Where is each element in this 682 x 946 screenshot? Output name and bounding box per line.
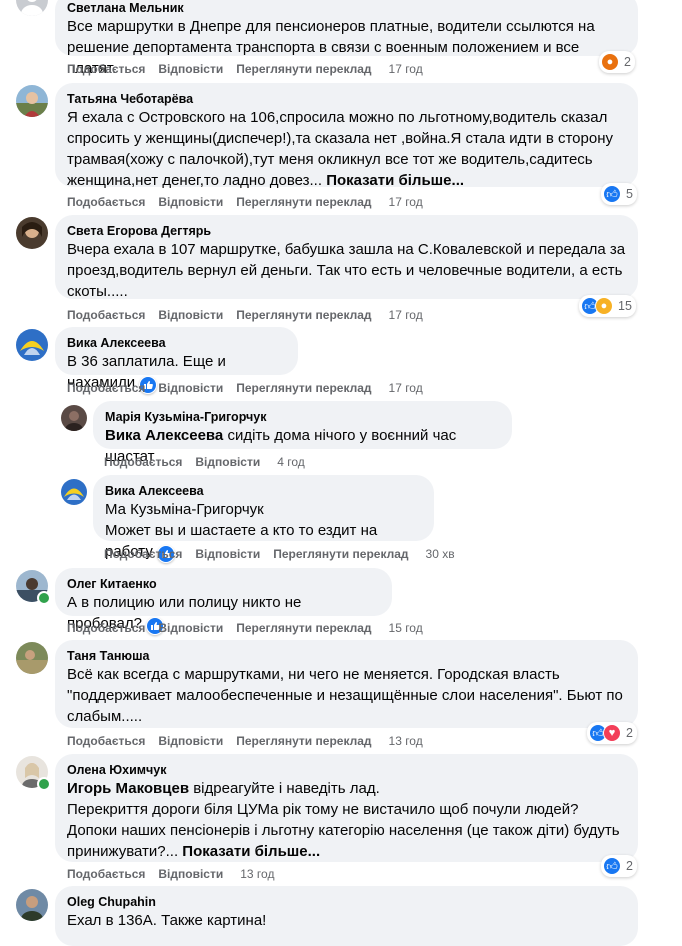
- comment-body: Я ехала с Островского на 106,спросила мо…: [67, 107, 626, 191]
- comment-time[interactable]: 17 год: [389, 194, 423, 210]
- reply-button[interactable]: Відповісти: [158, 61, 223, 77]
- comment-time[interactable]: 13 год: [389, 733, 423, 749]
- like-button[interactable]: Подобається: [104, 546, 182, 562]
- see-more-link[interactable]: Показати більше...: [182, 843, 320, 860]
- reactions-summary[interactable]: ● 2: [599, 51, 635, 73]
- comment-actions: Подобається Відповісти Переглянути перекла…: [67, 307, 436, 323]
- comment-bubble: Oleg Chupahin Ехал в 136А. Также картина…: [55, 886, 638, 946]
- comment-bubble: Света Егорова Дегтярь Вчера ехала в 107 …: [55, 215, 638, 300]
- reactions-summary[interactable]: 👍︎ ♥ 2: [587, 722, 637, 744]
- like-reaction-icon: 👍︎: [603, 857, 621, 875]
- like-button[interactable]: Подобається: [67, 866, 145, 882]
- like-button[interactable]: Подобається: [104, 454, 182, 470]
- like-button[interactable]: Подобається: [67, 307, 145, 323]
- comment-actions: Подобається Відповісти Переглянути перекла…: [67, 194, 436, 210]
- comment-body: Игорь Маковцев відреагуйте і наведіть ла…: [67, 778, 626, 862]
- comment-time[interactable]: 17 год: [389, 380, 423, 396]
- reaction-count: 15: [618, 299, 632, 313]
- mention-link[interactable]: Вика Алексеева: [105, 427, 223, 444]
- translate-button[interactable]: Переглянути переклад: [236, 380, 371, 396]
- comment-text: Всё как всегда с маршрутками, ни чего не…: [67, 666, 623, 725]
- comment-author[interactable]: Светлана Мельник: [67, 0, 626, 16]
- reaction-count: 2: [626, 859, 633, 873]
- reply-button[interactable]: Відповісти: [158, 866, 223, 882]
- comment-actions: Подобається Відповісти Переглянути перекла…: [67, 380, 436, 396]
- translate-button[interactable]: Переглянути переклад: [236, 194, 371, 210]
- comment-bubble: Таня Танюша Всё как всегда с маршрутками…: [55, 640, 638, 728]
- avatar[interactable]: [16, 642, 48, 674]
- like-button[interactable]: Подобається: [67, 620, 145, 636]
- comment-author[interactable]: Татьяна Чеботарёва: [67, 91, 626, 107]
- avatar[interactable]: [16, 889, 48, 921]
- comment-author[interactable]: Вика Алексеева: [67, 335, 286, 351]
- mention-link[interactable]: Игорь Маковцев: [67, 780, 189, 797]
- translate-button[interactable]: Переглянути переклад: [236, 620, 371, 636]
- comment-time[interactable]: 15 год: [389, 620, 423, 636]
- comment-time[interactable]: 17 год: [389, 307, 423, 323]
- comment-author[interactable]: Oleg Chupahin: [67, 894, 626, 910]
- comment-actions: Подобається Відповісти Переглянути перекла…: [67, 620, 436, 636]
- reactions-summary[interactable]: 👍︎ 5: [601, 183, 637, 205]
- avatar[interactable]: [16, 217, 48, 249]
- reply-button[interactable]: Відповісти: [158, 620, 223, 636]
- reply-button[interactable]: Відповісти: [158, 380, 223, 396]
- avatar[interactable]: [16, 0, 48, 16]
- reply-button[interactable]: Відповісти: [195, 454, 260, 470]
- comment-actions: Подобається Відповісти Переглянути перекла…: [104, 546, 468, 562]
- comment-bubble: Вика Алексеева В 36 заплатила. Еще и нах…: [55, 327, 298, 394]
- like-button[interactable]: Подобається: [67, 194, 145, 210]
- reactions-summary[interactable]: 👍︎ ● 15: [579, 295, 636, 317]
- comment-bubble: Татьяна Чеботарёва Я ехала с Островского…: [55, 83, 638, 189]
- comment-time[interactable]: 17 год: [389, 61, 423, 77]
- reaction-count: 5: [626, 187, 633, 201]
- comment-actions: Подобається Відповісти Переглянути перекла…: [67, 61, 436, 77]
- see-more-link[interactable]: Показати більше...: [326, 172, 464, 189]
- comment-actions: Подобається Відповісти Переглянути перекла…: [67, 733, 436, 749]
- comment-author[interactable]: Марія Кузьміна-Григорчук: [105, 409, 500, 425]
- like-button[interactable]: Подобається: [67, 61, 145, 77]
- comment-bubble: Олег Китаенко А в полицию или полицу ник…: [55, 568, 392, 635]
- like-button[interactable]: Подобається: [67, 380, 145, 396]
- comment-actions: Подобається Відповісти 13 год: [67, 866, 287, 882]
- comment-author[interactable]: Олена Юхимчук: [67, 762, 626, 778]
- like-reaction-icon: 👍︎: [603, 185, 621, 203]
- reply-button[interactable]: Відповісти: [158, 307, 223, 323]
- comment-text: Ехал в 136А. Также картина!: [67, 912, 267, 929]
- comment-time[interactable]: 30 хв: [426, 546, 455, 562]
- comment-bubble: Светлана Мельник Все маршрутки в Днепре …: [55, 0, 638, 77]
- heart-reaction-icon: ♥: [603, 724, 621, 742]
- avatar[interactable]: [61, 479, 87, 505]
- reply-button[interactable]: Відповісти: [195, 546, 260, 562]
- like-button[interactable]: Подобається: [67, 733, 145, 749]
- angry-reaction-icon: ●: [601, 53, 619, 71]
- reply-button[interactable]: Відповісти: [158, 733, 223, 749]
- reactions-summary[interactable]: 👍︎ 2: [601, 855, 637, 877]
- translate-button[interactable]: Переглянути переклад: [236, 307, 371, 323]
- comment-author[interactable]: Таня Танюша: [67, 648, 626, 664]
- avatar[interactable]: [61, 405, 87, 431]
- comment-bubble: Вика Алексеева Ма Кузьміна-Григорчук Мож…: [93, 475, 434, 563]
- translate-button[interactable]: Переглянути переклад: [273, 546, 408, 562]
- comment-author[interactable]: Света Егорова Дегтярь: [67, 223, 626, 239]
- haha-reaction-icon: ●: [595, 297, 613, 315]
- reaction-count: 2: [626, 726, 633, 740]
- reaction-count: 2: [624, 55, 631, 69]
- avatar[interactable]: [16, 329, 48, 361]
- online-status-indicator: [37, 777, 51, 791]
- translate-button[interactable]: Переглянути переклад: [236, 61, 371, 77]
- comment-time[interactable]: 13 год: [240, 866, 274, 882]
- comment-author[interactable]: Олег Китаенко: [67, 576, 380, 592]
- online-status-indicator: [37, 591, 51, 605]
- comment-time[interactable]: 4 год: [277, 454, 305, 470]
- comment-bubble: Олена Юхимчук Игорь Маковцев відреагуйте…: [55, 754, 638, 862]
- comment-actions: Подобається Відповісти 4 год: [104, 454, 318, 470]
- reply-button[interactable]: Відповісти: [158, 194, 223, 210]
- translate-button[interactable]: Переглянути переклад: [236, 733, 371, 749]
- comment-text: Вчера ехала в 107 маршрутке, бабушка заш…: [67, 241, 626, 300]
- comment-author[interactable]: Вика Алексеева: [105, 483, 422, 499]
- avatar[interactable]: [16, 85, 48, 117]
- comment-bubble: Марія Кузьміна-Григорчук Вика Алексеева …: [93, 401, 512, 465]
